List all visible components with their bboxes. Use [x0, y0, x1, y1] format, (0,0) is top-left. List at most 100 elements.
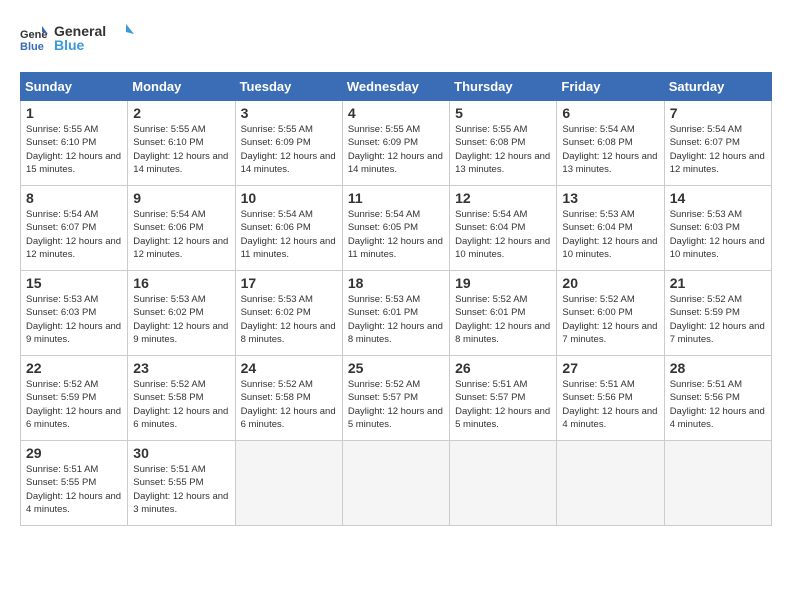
calendar-cell: 15 Sunrise: 5:53 AM Sunset: 6:03 PM Dayl…: [21, 271, 128, 356]
day-info: Sunrise: 5:52 AM Sunset: 5:59 PM Dayligh…: [670, 293, 766, 346]
calendar-cell: 17 Sunrise: 5:53 AM Sunset: 6:02 PM Dayl…: [235, 271, 342, 356]
day-number: 5: [455, 105, 551, 121]
day-info: Sunrise: 5:55 AM Sunset: 6:10 PM Dayligh…: [133, 123, 229, 176]
day-number: 10: [241, 190, 337, 206]
calendar-cell: 8 Sunrise: 5:54 AM Sunset: 6:07 PM Dayli…: [21, 186, 128, 271]
day-number: 29: [26, 445, 122, 461]
calendar-cell: 11 Sunrise: 5:54 AM Sunset: 6:05 PM Dayl…: [342, 186, 449, 271]
day-info: Sunrise: 5:51 AM Sunset: 5:56 PM Dayligh…: [562, 378, 658, 431]
day-info: Sunrise: 5:51 AM Sunset: 5:57 PM Dayligh…: [455, 378, 551, 431]
calendar-cell: 7 Sunrise: 5:54 AM Sunset: 6:07 PM Dayli…: [664, 101, 771, 186]
day-info: Sunrise: 5:53 AM Sunset: 6:02 PM Dayligh…: [241, 293, 337, 346]
day-info: Sunrise: 5:54 AM Sunset: 6:06 PM Dayligh…: [133, 208, 229, 261]
day-info: Sunrise: 5:53 AM Sunset: 6:03 PM Dayligh…: [670, 208, 766, 261]
calendar-cell: [664, 441, 771, 526]
col-thursday: Thursday: [450, 73, 557, 101]
calendar-cell: 3 Sunrise: 5:55 AM Sunset: 6:09 PM Dayli…: [235, 101, 342, 186]
day-number: 1: [26, 105, 122, 121]
calendar-cell: 2 Sunrise: 5:55 AM Sunset: 6:10 PM Dayli…: [128, 101, 235, 186]
day-number: 2: [133, 105, 229, 121]
day-info: Sunrise: 5:52 AM Sunset: 5:58 PM Dayligh…: [133, 378, 229, 431]
col-sunday: Sunday: [21, 73, 128, 101]
day-info: Sunrise: 5:52 AM Sunset: 6:01 PM Dayligh…: [455, 293, 551, 346]
calendar-cell: [450, 441, 557, 526]
calendar-cell: 30 Sunrise: 5:51 AM Sunset: 5:55 PM Dayl…: [128, 441, 235, 526]
calendar-cell: 25 Sunrise: 5:52 AM Sunset: 5:57 PM Dayl…: [342, 356, 449, 441]
day-number: 15: [26, 275, 122, 291]
calendar-cell: 14 Sunrise: 5:53 AM Sunset: 6:03 PM Dayl…: [664, 186, 771, 271]
calendar-cell: 12 Sunrise: 5:54 AM Sunset: 6:04 PM Dayl…: [450, 186, 557, 271]
day-number: 22: [26, 360, 122, 376]
day-number: 20: [562, 275, 658, 291]
calendar-cell: 4 Sunrise: 5:55 AM Sunset: 6:09 PM Dayli…: [342, 101, 449, 186]
calendar-cell: 10 Sunrise: 5:54 AM Sunset: 6:06 PM Dayl…: [235, 186, 342, 271]
logo: General Blue General Blue: [20, 20, 134, 56]
day-number: 30: [133, 445, 229, 461]
day-info: Sunrise: 5:55 AM Sunset: 6:10 PM Dayligh…: [26, 123, 122, 176]
calendar-cell: 18 Sunrise: 5:53 AM Sunset: 6:01 PM Dayl…: [342, 271, 449, 356]
day-info: Sunrise: 5:53 AM Sunset: 6:01 PM Dayligh…: [348, 293, 444, 346]
day-number: 8: [26, 190, 122, 206]
calendar-table: Sunday Monday Tuesday Wednesday Thursday…: [20, 72, 772, 526]
day-info: Sunrise: 5:52 AM Sunset: 6:00 PM Dayligh…: [562, 293, 658, 346]
calendar-cell: 29 Sunrise: 5:51 AM Sunset: 5:55 PM Dayl…: [21, 441, 128, 526]
calendar-cell: 16 Sunrise: 5:53 AM Sunset: 6:02 PM Dayl…: [128, 271, 235, 356]
col-tuesday: Tuesday: [235, 73, 342, 101]
calendar-cell: 5 Sunrise: 5:55 AM Sunset: 6:08 PM Dayli…: [450, 101, 557, 186]
calendar-cell: 21 Sunrise: 5:52 AM Sunset: 5:59 PM Dayl…: [664, 271, 771, 356]
calendar-cell: 28 Sunrise: 5:51 AM Sunset: 5:56 PM Dayl…: [664, 356, 771, 441]
svg-text:Blue: Blue: [20, 41, 44, 52]
day-info: Sunrise: 5:55 AM Sunset: 6:09 PM Dayligh…: [241, 123, 337, 176]
calendar-cell: 26 Sunrise: 5:51 AM Sunset: 5:57 PM Dayl…: [450, 356, 557, 441]
calendar-cell: 1 Sunrise: 5:55 AM Sunset: 6:10 PM Dayli…: [21, 101, 128, 186]
day-info: Sunrise: 5:51 AM Sunset: 5:56 PM Dayligh…: [670, 378, 766, 431]
calendar-cell: [342, 441, 449, 526]
day-info: Sunrise: 5:54 AM Sunset: 6:07 PM Dayligh…: [26, 208, 122, 261]
day-number: 4: [348, 105, 444, 121]
day-info: Sunrise: 5:51 AM Sunset: 5:55 PM Dayligh…: [26, 463, 122, 516]
svg-text:Blue: Blue: [54, 37, 85, 53]
col-wednesday: Wednesday: [342, 73, 449, 101]
day-info: Sunrise: 5:55 AM Sunset: 6:09 PM Dayligh…: [348, 123, 444, 176]
day-info: Sunrise: 5:52 AM Sunset: 5:59 PM Dayligh…: [26, 378, 122, 431]
day-info: Sunrise: 5:54 AM Sunset: 6:04 PM Dayligh…: [455, 208, 551, 261]
day-info: Sunrise: 5:54 AM Sunset: 6:07 PM Dayligh…: [670, 123, 766, 176]
day-info: Sunrise: 5:55 AM Sunset: 6:08 PM Dayligh…: [455, 123, 551, 176]
calendar-cell: [235, 441, 342, 526]
day-number: 27: [562, 360, 658, 376]
page-header: General Blue General Blue: [20, 20, 772, 56]
calendar-cell: [557, 441, 664, 526]
calendar-cell: 6 Sunrise: 5:54 AM Sunset: 6:08 PM Dayli…: [557, 101, 664, 186]
day-number: 25: [348, 360, 444, 376]
day-number: 13: [562, 190, 658, 206]
day-info: Sunrise: 5:53 AM Sunset: 6:04 PM Dayligh…: [562, 208, 658, 261]
logo-svg: General Blue: [54, 20, 134, 56]
day-number: 12: [455, 190, 551, 206]
day-number: 28: [670, 360, 766, 376]
day-number: 16: [133, 275, 229, 291]
day-info: Sunrise: 5:54 AM Sunset: 6:08 PM Dayligh…: [562, 123, 658, 176]
calendar-cell: 19 Sunrise: 5:52 AM Sunset: 6:01 PM Dayl…: [450, 271, 557, 356]
day-number: 26: [455, 360, 551, 376]
calendar-cell: 9 Sunrise: 5:54 AM Sunset: 6:06 PM Dayli…: [128, 186, 235, 271]
day-number: 6: [562, 105, 658, 121]
day-number: 21: [670, 275, 766, 291]
calendar-cell: 24 Sunrise: 5:52 AM Sunset: 5:58 PM Dayl…: [235, 356, 342, 441]
col-saturday: Saturday: [664, 73, 771, 101]
calendar-cell: 13 Sunrise: 5:53 AM Sunset: 6:04 PM Dayl…: [557, 186, 664, 271]
day-info: Sunrise: 5:52 AM Sunset: 5:58 PM Dayligh…: [241, 378, 337, 431]
calendar-cell: 20 Sunrise: 5:52 AM Sunset: 6:00 PM Dayl…: [557, 271, 664, 356]
day-number: 17: [241, 275, 337, 291]
logo-icon: General Blue: [20, 24, 48, 52]
day-number: 18: [348, 275, 444, 291]
calendar-cell: 23 Sunrise: 5:52 AM Sunset: 5:58 PM Dayl…: [128, 356, 235, 441]
day-info: Sunrise: 5:53 AM Sunset: 6:03 PM Dayligh…: [26, 293, 122, 346]
day-info: Sunrise: 5:54 AM Sunset: 6:06 PM Dayligh…: [241, 208, 337, 261]
day-number: 9: [133, 190, 229, 206]
day-number: 24: [241, 360, 337, 376]
col-monday: Monday: [128, 73, 235, 101]
day-info: Sunrise: 5:53 AM Sunset: 6:02 PM Dayligh…: [133, 293, 229, 346]
day-number: 19: [455, 275, 551, 291]
day-info: Sunrise: 5:54 AM Sunset: 6:05 PM Dayligh…: [348, 208, 444, 261]
day-info: Sunrise: 5:52 AM Sunset: 5:57 PM Dayligh…: [348, 378, 444, 431]
